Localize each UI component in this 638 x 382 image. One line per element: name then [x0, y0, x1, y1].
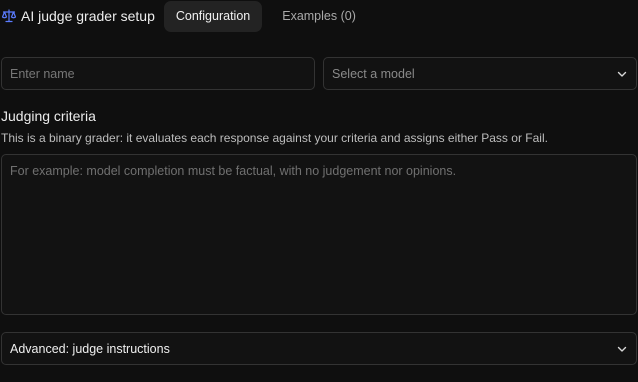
title-area: AI judge grader setup — [0, 0, 164, 32]
criteria-description: This is a binary grader: it evaluates ea… — [1, 131, 548, 145]
model-select-label: Select a model — [332, 66, 415, 81]
tab-configuration[interactable]: Configuration — [163, 0, 263, 32]
tab-examples[interactable]: Examples (0) — [270, 1, 368, 32]
name-model-row: Select a model — [1, 57, 637, 90]
criteria-textarea[interactable] — [1, 154, 637, 315]
advanced-instructions-toggle[interactable]: Advanced: judge instructions — [1, 332, 637, 365]
criteria-heading: Judging criteria — [1, 108, 96, 124]
advanced-label: Advanced: judge instructions — [10, 341, 170, 356]
page-title: AI judge grader setup — [21, 8, 155, 24]
chevron-down-icon — [616, 343, 628, 355]
model-select[interactable]: Select a model — [323, 57, 637, 90]
name-input[interactable] — [1, 57, 315, 90]
header: AI judge grader setup Configuration Exam… — [0, 0, 368, 32]
grader-setup-panel: AI judge grader setup Configuration Exam… — [0, 0, 638, 382]
chevron-down-icon — [616, 68, 628, 80]
scale-icon — [1, 8, 17, 24]
